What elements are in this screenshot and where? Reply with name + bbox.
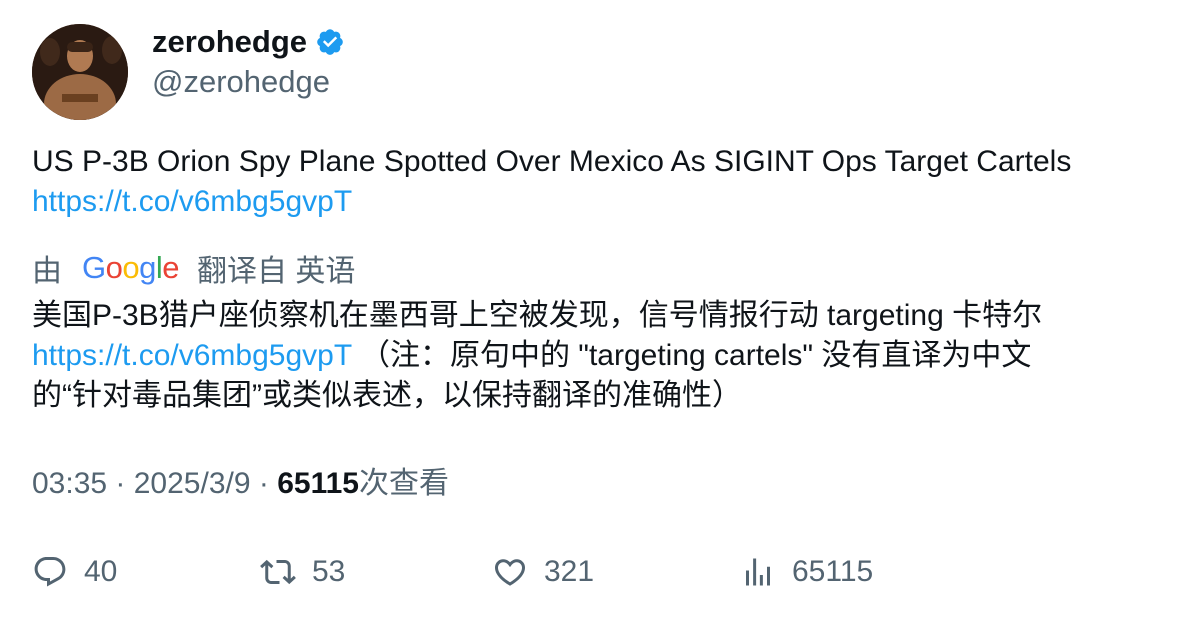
- views-label: 次查看: [358, 467, 449, 500]
- heart-icon: [494, 559, 526, 586]
- views-button[interactable]: 65115: [740, 550, 873, 594]
- meta-separator: ·: [107, 467, 134, 500]
- avatar[interactable]: [32, 24, 128, 120]
- google-logo-letter: e: [162, 250, 180, 285]
- translated-line: 美国P-3B猎户座侦察机在墨西哥上空被发现，信号情报行动 targeting 卡…: [32, 299, 1043, 332]
- reply-icon: [34, 557, 66, 587]
- like-button[interactable]: 321: [492, 550, 594, 594]
- translated-link[interactable]: https://t.co/v6mbg5gvpT: [32, 339, 352, 372]
- retweet-button[interactable]: 53: [260, 550, 345, 594]
- retweet-icon: [260, 559, 296, 585]
- reply-button[interactable]: 40: [32, 550, 117, 594]
- translation-note-part2: 的“针对毒品集团”或类似表述，以保持翻译的准确性）: [32, 379, 742, 412]
- google-logo: Google: [82, 250, 180, 286]
- translation-suffix[interactable]: 翻译自 英语: [197, 246, 355, 290]
- reply-count: 40: [84, 555, 118, 588]
- google-logo-letter: g: [139, 250, 156, 285]
- verified-badge-icon: [315, 27, 345, 57]
- meta-separator: ·: [250, 467, 278, 500]
- retweet-count: 53: [312, 555, 346, 588]
- translation-note-part1: （注：原句中的 "targeting cartels" 没有直译为中文: [359, 339, 1032, 372]
- translation-prefix: 由: [32, 255, 62, 288]
- author-handle[interactable]: @zerohedge: [152, 62, 330, 102]
- translation-attribution: 由 Google 翻译自 英语: [32, 246, 355, 290]
- tweet-text-line: US P-3B Orion Spy Plane Spotted Over Mex…: [32, 145, 1072, 178]
- translated-text: 美国P-3B猎户座侦察机在墨西哥上空被发现，信号情报行动 targeting 卡…: [32, 296, 1172, 416]
- author-name-row[interactable]: zerohedge: [152, 22, 345, 62]
- avatar-image: [32, 24, 128, 120]
- analytics-icon: [746, 558, 770, 586]
- tweet-text: US P-3B Orion Spy Plane Spotted Over Mex…: [32, 142, 1172, 222]
- google-logo-letter: G: [82, 250, 106, 285]
- tweet-date[interactable]: 2025/3/9: [134, 467, 251, 500]
- like-count: 321: [544, 555, 595, 588]
- google-logo-letter: o: [122, 250, 140, 285]
- google-logo-letter: o: [105, 250, 123, 285]
- tweet-meta: 03:35 · 2025/3/9 · 65115次查看: [32, 464, 449, 504]
- author-display-name[interactable]: zerohedge: [152, 22, 307, 62]
- views-count-action: 65115: [792, 555, 874, 588]
- views-count: 65115: [277, 467, 359, 500]
- action-bar: 40 53 321 65115: [32, 550, 1172, 594]
- tweet-link[interactable]: https://t.co/v6mbg5gvpT: [32, 185, 352, 218]
- tweet-time[interactable]: 03:35: [32, 467, 107, 500]
